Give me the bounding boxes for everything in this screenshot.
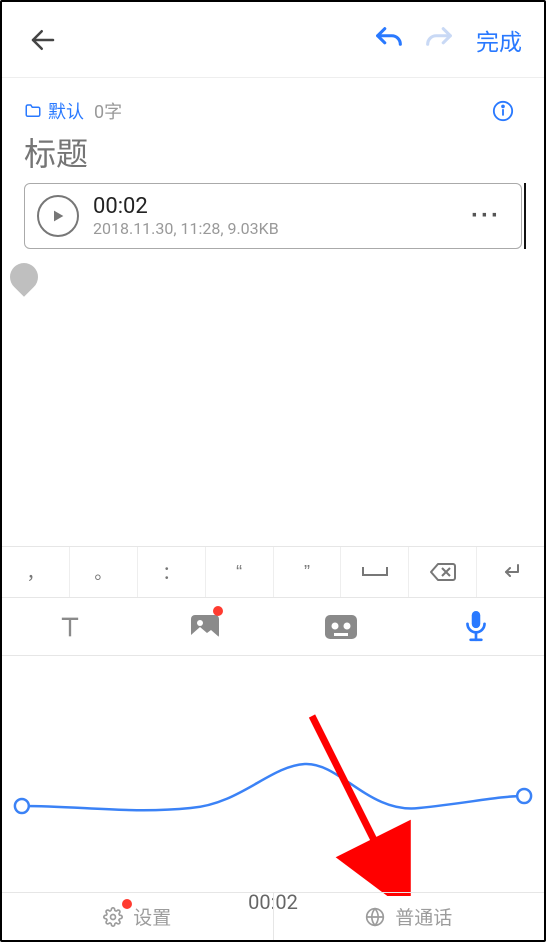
voice-record-panel: 00:02 [2, 656, 544, 892]
arrow-left-icon [28, 25, 58, 55]
settings-button[interactable]: 设置 [2, 893, 273, 940]
cassette-icon [325, 615, 357, 639]
notification-dot [122, 899, 132, 909]
image-mode-button[interactable] [138, 598, 274, 655]
audio-duration: 00:02 [93, 194, 445, 219]
audio-attachment: 00:02 2018.11.30, 11:28, 9.03KB ··· [24, 183, 522, 249]
backspace-icon [429, 562, 457, 582]
punct-colon[interactable]: ： [138, 547, 206, 597]
settings-label: 设置 [133, 903, 171, 930]
play-button[interactable] [37, 195, 79, 237]
waveform [2, 696, 544, 876]
redo-button[interactable] [414, 15, 464, 65]
folder-icon [24, 102, 42, 120]
language-button[interactable]: 普通话 [273, 893, 545, 940]
text-cursor [524, 183, 526, 249]
enter-icon [500, 562, 522, 582]
input-mode-toolbar [2, 598, 544, 656]
audio-more-button[interactable]: ··· [459, 196, 513, 236]
globe-icon [365, 907, 385, 927]
info-icon [492, 100, 514, 122]
punct-space[interactable] [341, 547, 409, 597]
gear-icon [103, 907, 123, 927]
undo-button[interactable] [364, 15, 414, 65]
image-icon [190, 614, 220, 640]
word-count: 0字 [94, 98, 122, 124]
punct-backspace[interactable] [409, 547, 477, 597]
voice-mode-button[interactable] [409, 598, 545, 655]
redo-icon [422, 23, 456, 57]
tape-mode-button[interactable] [273, 598, 409, 655]
punct-newline[interactable] [477, 547, 544, 597]
back-button[interactable] [20, 17, 66, 63]
punct-open-quote[interactable]: “ [206, 547, 274, 597]
punct-close-quote[interactable]: ” [274, 547, 342, 597]
info-button[interactable] [484, 92, 522, 130]
space-icon [361, 565, 389, 579]
title-input[interactable] [24, 136, 522, 173]
selection-handle[interactable] [4, 257, 44, 297]
language-label: 普通话 [395, 903, 452, 930]
undo-icon [372, 23, 406, 57]
notification-dot [213, 606, 223, 616]
text-icon [56, 613, 84, 641]
folder-label: 默认 [48, 98, 84, 124]
punct-period[interactable]: 。 [70, 547, 138, 597]
folder-link[interactable]: 默认 [24, 98, 84, 124]
done-button[interactable]: 完成 [464, 17, 526, 63]
microphone-icon [463, 611, 489, 643]
punctuation-toolbar: ， 。 ： “ ” [2, 546, 544, 598]
punct-comma[interactable]: ， [2, 547, 70, 597]
text-mode-button[interactable] [2, 598, 138, 655]
play-icon [50, 208, 66, 224]
audio-meta: 2018.11.30, 11:28, 9.03KB [93, 219, 445, 238]
